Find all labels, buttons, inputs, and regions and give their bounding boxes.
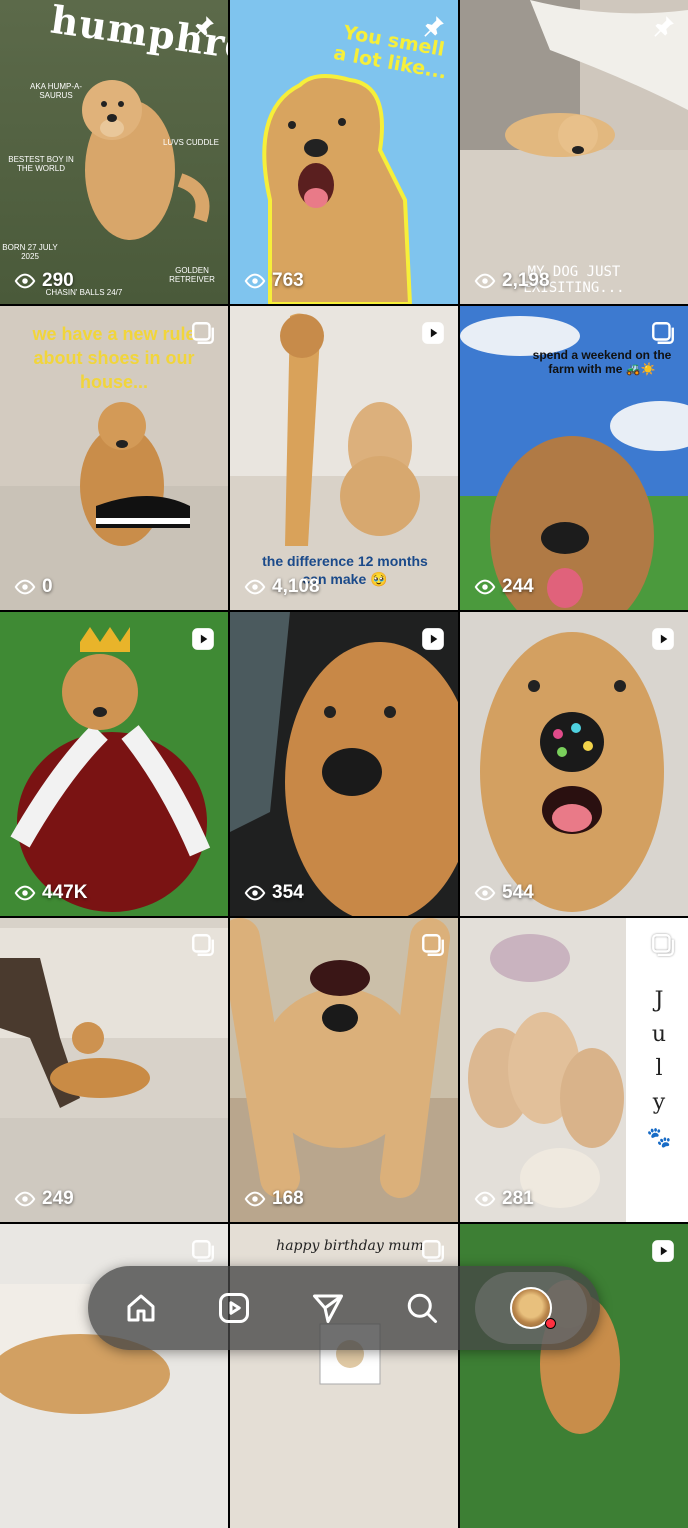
eye-icon [14, 882, 36, 904]
carousel-icon [190, 1238, 216, 1264]
profile-avatar [510, 1287, 557, 1329]
view-count: 4,108 [244, 576, 320, 598]
caption-letter: u [651, 1022, 667, 1047]
carousel-icon [650, 932, 676, 958]
search-icon [407, 1293, 437, 1323]
reels-icon [420, 320, 446, 346]
nav-search[interactable] [382, 1272, 462, 1344]
carousel-icon [190, 932, 216, 958]
post-tile-6[interactable]: spend a weekend on the farm with me 🚜☀️ … [460, 306, 688, 610]
nav-send[interactable] [288, 1272, 368, 1344]
eye-icon [244, 576, 266, 598]
nav-reels[interactable] [194, 1272, 274, 1344]
dog-photo [0, 612, 228, 916]
nav-profile[interactable] [475, 1272, 588, 1344]
post-tile-7[interactable]: 447K [0, 612, 228, 916]
bottom-nav-bar [88, 1266, 600, 1350]
july-caption: J u l y 🐾 [644, 984, 674, 1154]
pin-icon [190, 14, 216, 40]
dog-photo [230, 918, 458, 1222]
home-icon [127, 1294, 155, 1322]
eye-icon [474, 1188, 496, 1210]
view-count: 281 [474, 1188, 534, 1210]
view-count: 354 [244, 882, 304, 904]
post-tile-12[interactable]: J u l y 🐾 281 [460, 918, 688, 1222]
caption-text: we have a new rule about shoes in our ho… [32, 324, 196, 392]
reels-icon [219, 1293, 250, 1323]
eye-icon [14, 576, 36, 598]
post-tile-11[interactable]: 168 [230, 918, 458, 1222]
eye-icon [244, 882, 266, 904]
post-tile-1[interactable]: humphrey AKA HUMP-A-SAURUS BESTEST BOY I… [0, 0, 228, 304]
view-count: 290 [14, 270, 74, 292]
caption-text: BESTEST BOY IN THE WORLD [8, 155, 74, 173]
post-tile-2[interactable]: You smell a lot like... 763 [230, 0, 458, 304]
view-count: 249 [14, 1188, 74, 1210]
post-tile-9[interactable]: 544 [460, 612, 688, 916]
post-tile-8[interactable]: 354 [230, 612, 458, 916]
caption-text: AKA HUMP-A-SAURUS [29, 82, 82, 100]
view-count: 0 [14, 576, 53, 598]
post-tile-4[interactable]: we have a new rule about shoes in our ho… [0, 306, 228, 610]
pin-icon [420, 14, 446, 40]
eye-icon [14, 1188, 36, 1210]
carousel-icon [420, 1238, 446, 1264]
view-count: 168 [244, 1188, 304, 1210]
carousel-icon [190, 320, 216, 346]
dog-photo [460, 612, 688, 916]
caption-text: BORN 27 JULY 2025 [2, 243, 58, 261]
eye-icon [14, 270, 36, 292]
reels-icon [650, 1238, 676, 1264]
dog-photo [0, 918, 228, 1222]
caption-text: happy birthday mum [276, 1238, 424, 1254]
view-count: 2,198 [474, 270, 550, 292]
notification-dot [545, 1318, 557, 1329]
nav-home[interactable] [101, 1272, 181, 1344]
caption-letter: y [652, 1090, 666, 1115]
post-tile-5[interactable]: the difference 12 months can make 🥹 4,10… [230, 306, 458, 610]
pin-icon [650, 14, 676, 40]
reels-icon [190, 626, 216, 652]
eye-icon [244, 270, 266, 292]
view-count: 447K [14, 882, 87, 904]
eye-icon [474, 882, 496, 904]
send-icon [312, 1294, 343, 1323]
dog-photo [230, 612, 458, 916]
caption-text: spend a weekend on the farm with me 🚜☀️ [532, 348, 672, 376]
eye-icon [474, 270, 496, 292]
view-count: 544 [474, 882, 534, 904]
dog-photo [460, 0, 688, 304]
reels-icon [650, 626, 676, 652]
caption-text: GOLDEN RETREIVER [169, 266, 215, 284]
post-tile-10[interactable]: 249 [0, 918, 228, 1222]
view-count: 244 [474, 576, 534, 598]
reels-icon [420, 626, 446, 652]
eye-icon [244, 1188, 266, 1210]
carousel-icon [650, 320, 676, 346]
post-tile-3[interactable]: MY DOG JUST EXISITING... 2,198 [460, 0, 688, 304]
eye-icon [474, 576, 496, 598]
caption-letter: J [654, 988, 664, 1013]
carousel-icon [420, 932, 446, 958]
view-count: 763 [244, 270, 304, 292]
caption-letter: l [655, 1056, 663, 1081]
caption-text: LUVS CUDDLE [162, 138, 219, 147]
paw-icon: 🐾 [646, 1125, 672, 1149]
